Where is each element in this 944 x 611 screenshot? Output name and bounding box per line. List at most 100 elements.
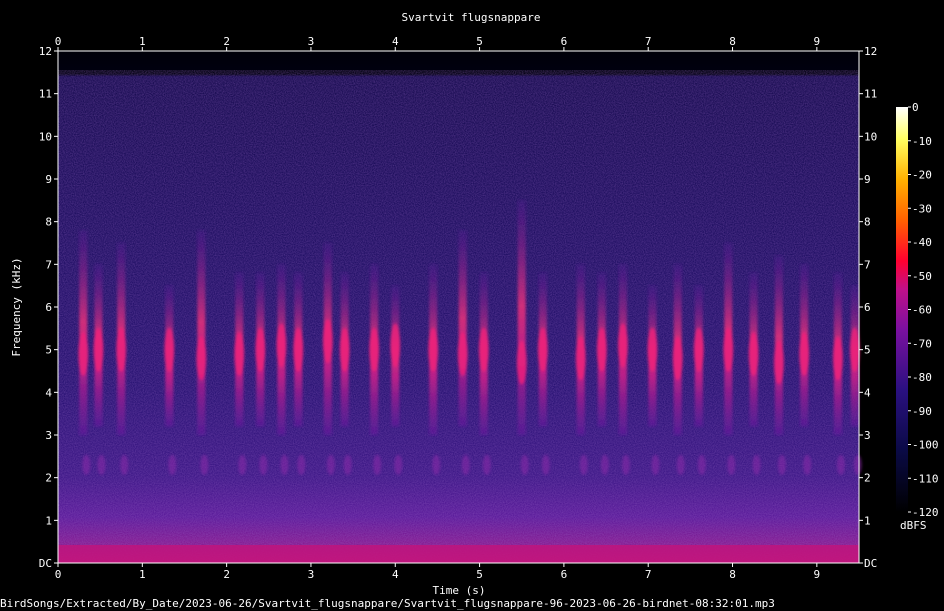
call-harmonic (727, 454, 736, 475)
call-peak (164, 327, 175, 372)
call-peak (339, 327, 350, 372)
call-peak (617, 323, 628, 368)
y-tick-label: 8 (45, 216, 52, 229)
x-tick-label: 8 (729, 568, 736, 581)
x-tick-label: 5 (476, 568, 483, 581)
y-tick-label: 2 (45, 472, 52, 485)
call-peak (596, 327, 607, 372)
colorbar-tick-label: -10 (912, 135, 932, 148)
call-harmonic (836, 454, 845, 475)
y-tick-label: 3 (45, 429, 52, 442)
call-harmonic (803, 454, 812, 475)
x-tick-label: 2 (223, 35, 230, 48)
call-harmonic (280, 454, 289, 475)
colorbar-tick-label: -20 (912, 169, 932, 182)
call-harmonic (432, 454, 441, 475)
colorbar-tick-label: -30 (912, 202, 932, 215)
call-peak (428, 327, 439, 372)
spectrogram-noise (58, 70, 859, 563)
x-tick-label: 4 (392, 568, 399, 581)
call-harmonic (394, 454, 403, 475)
call-harmonic (482, 454, 491, 475)
call-harmonic (326, 454, 335, 475)
x-tick-label: 9 (814, 35, 821, 48)
y-tick-label: 6 (45, 301, 52, 314)
call-harmonic (853, 454, 862, 475)
x-tick-label: 0 (55, 35, 62, 48)
y-tick-label: 3 (864, 429, 871, 442)
colorbar-tick-label: -120 (912, 506, 939, 519)
x-tick-label: 0 (55, 568, 62, 581)
call-peak (390, 323, 401, 368)
call-harmonic (120, 454, 129, 475)
call-peak (322, 319, 333, 364)
x-tick-label: 6 (561, 35, 568, 48)
colorbar-label: dBFS (900, 519, 927, 532)
call-streak (517, 200, 526, 435)
colorbar-tick-label: -80 (912, 371, 932, 384)
y-tick-label: 7 (45, 258, 52, 271)
colorbar-tick-label: -70 (912, 337, 932, 350)
y-tick-label: 9 (45, 173, 52, 186)
y-tick-label: 11 (864, 88, 877, 101)
x-tick-label: 5 (476, 35, 483, 48)
call-peak (516, 340, 527, 385)
call-peak (369, 327, 380, 372)
y-tick-label: DC (864, 557, 877, 570)
y-axis-right: DC123456789101112 (859, 45, 877, 570)
call-harmonic (259, 454, 268, 475)
colorbar-ticks: 0 -10 -20 -30 -40 -50 -60 -70 -80 -90 -100 -110 -120 (908, 101, 939, 519)
x-tick-label: 7 (645, 35, 652, 48)
call-streak (458, 230, 467, 427)
call-harmonic (97, 454, 106, 475)
x-tick-label: 2 (223, 568, 230, 581)
x-tick-label: 3 (308, 568, 315, 581)
colorbar-tick-label: -60 (912, 304, 932, 317)
colorbar-tick-label: -50 (912, 270, 932, 283)
call-harmonic (82, 454, 91, 475)
call-harmonic (541, 454, 550, 475)
call-streak (197, 230, 206, 435)
plot-area (57, 50, 862, 564)
call-peak (93, 327, 104, 372)
chart-title: Svartvit flugsnappare (401, 11, 540, 24)
x-axis-top: 0 1 2 3 4 5 6 7 8 9 (55, 35, 820, 51)
call-harmonic (752, 454, 761, 475)
y-tick-label: 10 (39, 130, 52, 143)
call-peak (78, 331, 89, 376)
spectrogram-figure: Svartvit flugsnappare 0123456789 0123456… (10, 11, 939, 597)
call-harmonic (238, 454, 247, 475)
call-harmonic (200, 454, 209, 475)
call-peak (693, 327, 704, 372)
x-tick-label: 9 (814, 568, 821, 581)
y-tick-label: 8 (864, 216, 871, 229)
y-tick-label: 11 (39, 88, 52, 101)
colorbar-tick-label: -40 (912, 236, 932, 249)
call-peak (575, 336, 586, 381)
call-peak (478, 327, 489, 372)
y-tick-label: 12 (39, 45, 52, 58)
call-peak (276, 323, 287, 368)
call-peak (537, 327, 548, 372)
y-tick-label: 12 (864, 45, 877, 58)
call-peak (832, 336, 843, 381)
x-axis-bottom: 0 1 2 3 4 5 6 7 8 9 (55, 563, 820, 581)
x-tick-label: 1 (139, 568, 146, 581)
y-tick-label: 4 (45, 386, 52, 399)
y-tick-label: 9 (864, 173, 871, 186)
colorbar-gradient (896, 107, 908, 512)
colorbar-tick-label: -110 (912, 472, 939, 485)
call-peak (799, 331, 810, 376)
call-harmonic (697, 454, 706, 475)
y-tick-label: 6 (864, 301, 871, 314)
colorbar-tick-label: 0 (912, 101, 919, 114)
y-axis-label: Frequency (kHz) (10, 257, 23, 356)
call-peak (647, 327, 658, 372)
call-harmonic (621, 454, 630, 475)
call-peak (748, 331, 759, 376)
colorbar-tick-label: -90 (912, 405, 932, 418)
call-peak (293, 327, 304, 372)
y-tick-label: DC (39, 557, 52, 570)
x-tick-label: 4 (392, 35, 399, 48)
call-peak (672, 336, 683, 381)
